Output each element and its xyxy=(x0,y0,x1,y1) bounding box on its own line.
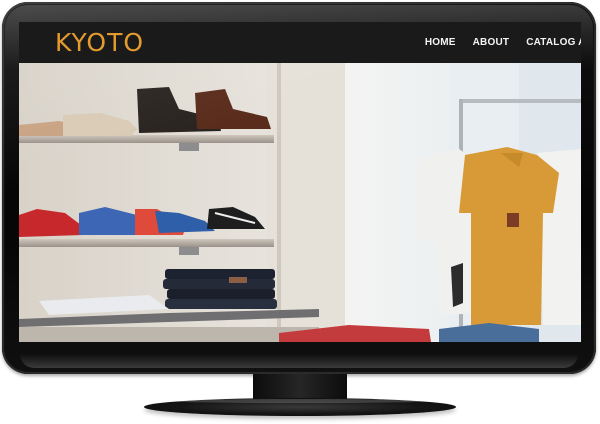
nav-home[interactable]: HOME xyxy=(425,37,456,48)
shelf-top xyxy=(19,135,274,143)
hero-image xyxy=(19,63,581,342)
nav-catalog[interactable]: CATALOG AN xyxy=(526,37,581,48)
site-logo[interactable]: KYOTO xyxy=(55,28,144,57)
hero-photo xyxy=(19,63,581,342)
clothing-rack xyxy=(459,99,581,103)
monitor-screen: KYOTO HOME ABOUT CATALOG AN xyxy=(19,22,581,342)
monitor-stand-base xyxy=(144,398,456,416)
nav-links: HOME ABOUT CATALOG AN xyxy=(408,22,581,63)
nav-about[interactable]: ABOUT xyxy=(473,37,510,48)
site-navbar: KYOTO HOME ABOUT CATALOG AN xyxy=(19,22,581,63)
shelf-middle xyxy=(19,239,274,247)
